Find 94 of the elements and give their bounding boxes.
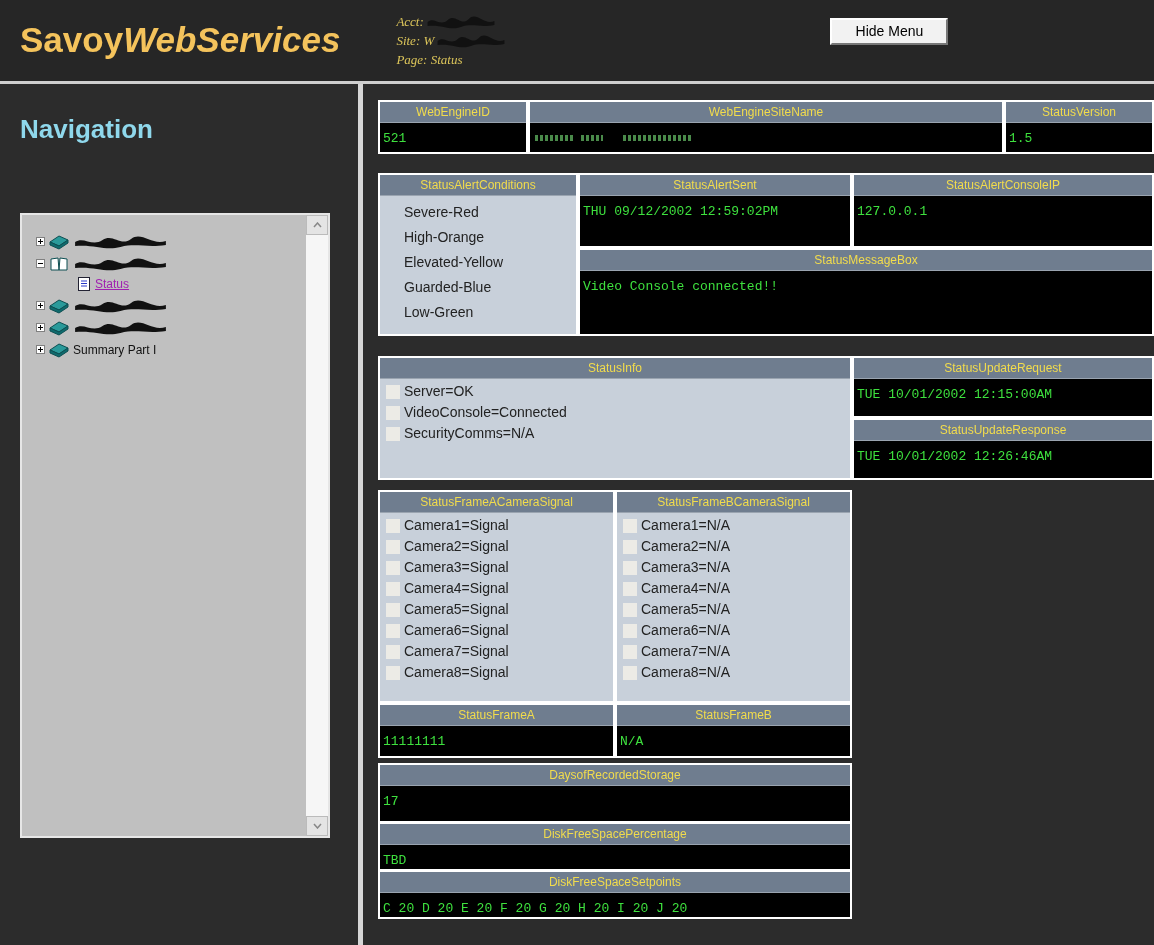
field-header: DaysofRecordedStorage — [380, 765, 850, 786]
field-value: 11111111 — [380, 726, 613, 756]
field-header: StatusUpdateResponse — [854, 420, 1152, 441]
checkbox[interactable] — [386, 644, 400, 659]
field-header: StatusFrameB — [617, 705, 850, 726]
checkbox[interactable] — [623, 644, 637, 659]
status-text: Camera2=N/A — [641, 537, 731, 556]
checkbox[interactable] — [623, 518, 637, 533]
status-text: Camera6=Signal — [404, 621, 509, 640]
checkbox[interactable] — [623, 539, 637, 554]
checkbox[interactable] — [386, 426, 400, 441]
field-header: StatusVersion — [1006, 102, 1152, 123]
field-value: 1.5 — [1006, 123, 1152, 152]
header-info-text: Site: W — [396, 32, 435, 50]
status-text: Camera4=Signal — [404, 579, 509, 598]
status-text: Camera5=N/A — [641, 600, 731, 619]
field-header: StatusAlertConditions — [380, 175, 576, 196]
status-text: SecurityComms=N/A — [404, 424, 535, 443]
field-value: 521 — [380, 123, 526, 152]
status-link[interactable]: Status — [95, 275, 130, 293]
header-info-text: Acct: — [396, 13, 424, 31]
tree-item[interactable]: Summary Part I — [73, 340, 157, 359]
logo: SavoyWebServices — [20, 19, 341, 62]
status-text: Camera8=Signal — [404, 663, 509, 682]
scroll-up-button[interactable] — [306, 215, 328, 235]
hide-menu-button[interactable]: Hide Menu — [830, 18, 949, 45]
condition-text: Low-Green — [404, 303, 475, 322]
field-value: 127.0.0.1 — [854, 196, 1152, 246]
field-header: WebEngineID — [380, 102, 526, 123]
field-header: StatusFrameA — [380, 705, 613, 726]
checkbox[interactable] — [386, 518, 400, 533]
document-icon — [78, 277, 90, 291]
checkbox[interactable] — [623, 560, 637, 575]
field-value: C 20 D 20 E 20 F 20 G 20 H 20 I 20 J 20 — [380, 893, 850, 917]
field-value: THU 09/12/2002 12:59:02PM — [580, 196, 850, 246]
expand-icon[interactable] — [36, 323, 45, 332]
status-text: Camera1=Signal — [404, 516, 509, 535]
field-value: TBD — [380, 845, 850, 869]
checkbox[interactable] — [623, 581, 637, 596]
field-header: StatusInfo — [380, 358, 850, 379]
checkbox[interactable] — [623, 665, 637, 680]
field-header: StatusFrameACameraSignal — [380, 492, 613, 513]
field-value: Video Console connected!! — [580, 271, 1152, 334]
status-text: Camera4=N/A — [641, 579, 731, 598]
field-header: StatusAlertSent — [580, 175, 850, 196]
field-value: TUE 10/01/2002 12:15:00AM — [854, 379, 1152, 416]
status-text: Camera7=Signal — [404, 642, 509, 661]
status-text: Camera3=N/A — [641, 558, 731, 577]
field-header: WebEngineSiteName — [530, 102, 1002, 123]
checkbox[interactable] — [386, 602, 400, 617]
book-icon — [49, 297, 69, 314]
scroll-down-button[interactable] — [306, 816, 328, 836]
field-value: TUE 10/01/2002 12:26:46AM — [854, 441, 1152, 478]
open-book-icon — [49, 255, 69, 272]
condition-text: Elevated-Yellow — [404, 253, 505, 272]
status-text: Camera6=N/A — [641, 621, 731, 640]
book-icon — [49, 319, 69, 336]
field-value: N/A — [617, 726, 850, 756]
status-text: Camera8=N/A — [641, 663, 731, 682]
header-info-text: Page: Status — [396, 51, 463, 69]
checkbox[interactable] — [386, 560, 400, 575]
field-value: 17 — [380, 786, 850, 821]
field-header: StatusFrameBCameraSignal — [617, 492, 850, 513]
condition-text: Severe-Red — [404, 203, 480, 222]
checkbox[interactable] — [386, 623, 400, 638]
field-header: StatusMessageBox — [580, 250, 1152, 271]
navigation-title: Navigation — [20, 113, 154, 146]
condition-text: High-Orange — [404, 228, 486, 247]
book-icon — [49, 341, 69, 358]
checkbox[interactable] — [386, 384, 400, 399]
status-text: VideoConsole=Connected — [404, 403, 567, 422]
field-header: DiskFreeSpaceSetpoints — [380, 872, 850, 893]
collapse-icon[interactable] — [36, 259, 45, 268]
status-text: Camera7=N/A — [641, 642, 731, 661]
status-text: Camera3=Signal — [404, 558, 509, 577]
field-header: DiskFreeSpacePercentage — [380, 824, 850, 845]
expand-icon[interactable] — [36, 301, 45, 310]
field-header: StatusUpdateRequest — [854, 358, 1152, 379]
field-header: StatusAlertConsoleIP — [854, 175, 1152, 196]
checkbox[interactable] — [623, 602, 637, 617]
checkbox[interactable] — [623, 623, 637, 638]
checkbox[interactable] — [386, 665, 400, 680]
checkbox[interactable] — [386, 405, 400, 420]
checkbox[interactable] — [386, 581, 400, 596]
status-text: Camera1=N/A — [641, 516, 731, 535]
condition-text: Guarded-Blue — [404, 278, 493, 297]
expand-icon[interactable] — [36, 237, 45, 246]
status-text: Camera2=Signal — [404, 537, 509, 556]
scrollbar[interactable] — [306, 215, 328, 836]
checkbox[interactable] — [386, 539, 400, 554]
book-icon — [49, 233, 69, 250]
status-text: Server=OK — [404, 382, 474, 401]
expand-icon[interactable] — [36, 345, 45, 354]
status-text: Camera5=Signal — [404, 600, 509, 619]
